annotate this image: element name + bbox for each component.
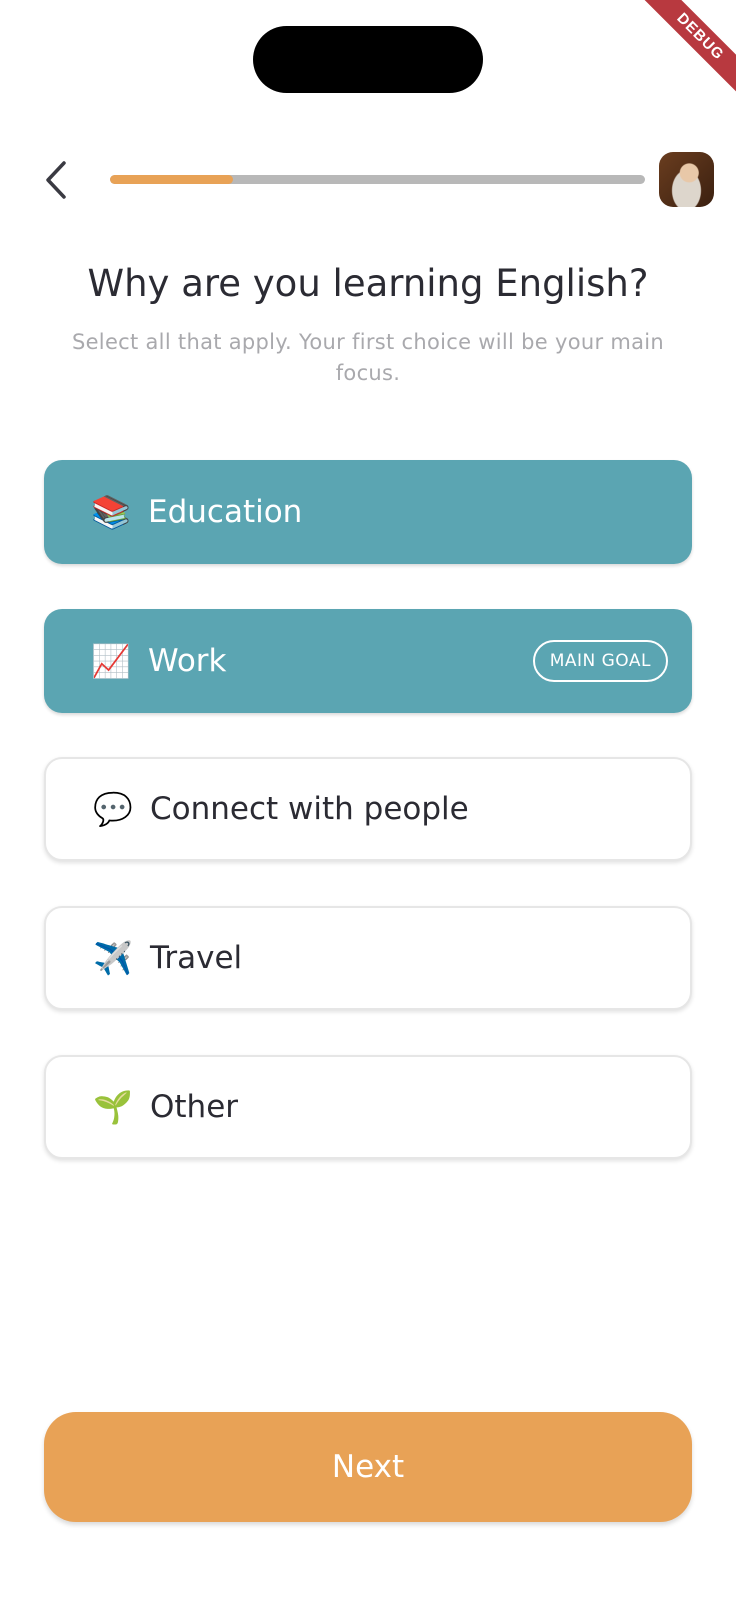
page-title: Why are you learning English? — [87, 262, 649, 305]
speech-bubble-icon: 💬 — [93, 790, 133, 828]
chevron-left-icon — [46, 161, 66, 199]
airplane-icon: ✈️ — [93, 939, 133, 977]
option-label: Travel — [150, 940, 243, 976]
chart-increasing-icon: 📈 — [91, 642, 131, 680]
main-goal-badge: MAIN GOAL — [532, 640, 668, 682]
debug-banner: DEBUG — [626, 0, 736, 110]
seedling-icon: 🌱 — [93, 1088, 133, 1126]
option-label: Work — [148, 643, 227, 679]
option-travel[interactable]: ✈️ Travel — [44, 906, 692, 1010]
camera-notch — [253, 26, 483, 93]
back-button[interactable] — [36, 156, 76, 204]
next-button[interactable]: Next — [44, 1412, 692, 1522]
debug-label: DEBUG — [634, 0, 736, 103]
option-education[interactable]: 📚 Education — [44, 460, 692, 564]
avatar[interactable] — [659, 152, 714, 207]
option-label: Other — [150, 1089, 239, 1125]
option-label: Education — [148, 494, 303, 530]
option-other[interactable]: 🌱 Other — [44, 1055, 692, 1159]
books-icon: 📚 — [91, 493, 131, 531]
progress-bar-fill — [110, 175, 234, 184]
page-subtitle: Select all that apply. Your first choice… — [71, 330, 665, 385]
progress-bar — [110, 175, 645, 184]
option-label: Connect with people — [150, 791, 469, 827]
option-work[interactable]: 📈 Work MAIN GOAL — [44, 609, 692, 713]
option-connect-with-people[interactable]: 💬 Connect with people — [44, 757, 692, 861]
